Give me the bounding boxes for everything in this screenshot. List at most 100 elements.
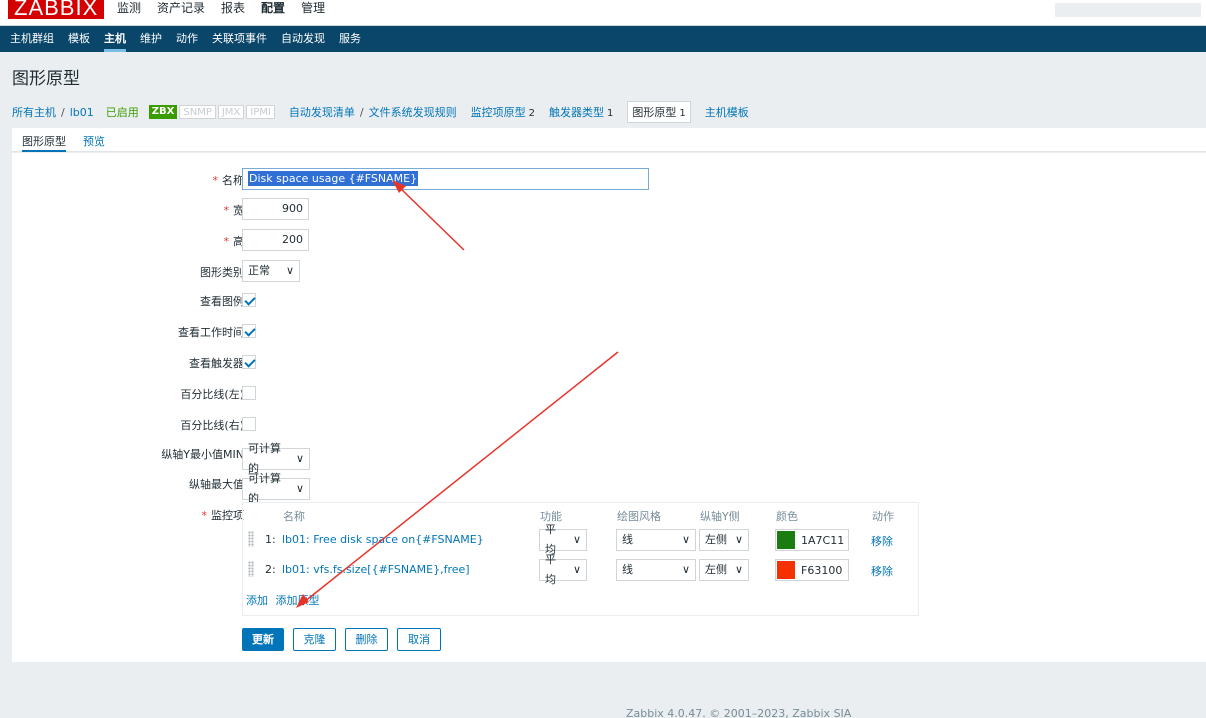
breadcrumb-graph-prototypes[interactable]: 图形原型 1 (627, 101, 691, 123)
show-legend-row: 查看图例 (12, 289, 1206, 311)
show-working-time-label: 查看工作时间 (178, 326, 244, 339)
sub-menu: 主机群组 模板 主机 维护 动作 关联项事件 自动发现 服务 (0, 26, 1206, 52)
graph-type-select[interactable]: 正常 ∨ (242, 260, 300, 282)
breadcrumb-all-hosts[interactable]: 所有主机 (12, 104, 56, 120)
clone-button[interactable]: 克隆 (293, 628, 336, 651)
graph-type-label: 图形类别 (200, 266, 244, 279)
breadcrumb-host[interactable]: lb01 (70, 106, 94, 119)
add-prototype-link[interactable]: 添加原型 (276, 594, 320, 607)
breadcrumb-separator: / (61, 105, 65, 119)
form-tabs: 图形原型 预览 (12, 128, 1206, 152)
add-links: 添加 添加原型 (246, 592, 320, 608)
graph-prototypes-count: 1 (679, 108, 686, 119)
submenu-services[interactable]: 服务 (339, 26, 361, 52)
breadcrumb-separator: / (359, 105, 364, 119)
percentile-left-checkbox[interactable] (242, 386, 256, 400)
name-label: * 名称 (212, 174, 245, 187)
percentile-right-label: 百分比线(右) (180, 419, 244, 432)
zabbix-logo[interactable]: ZABBIX (8, 0, 105, 20)
name-row: * 名称 Disk space usage {#FSNAME} (12, 168, 1206, 190)
menu-configuration[interactable]: 配置 (261, 0, 285, 17)
height-label: * 高 (223, 235, 245, 248)
menu-reports[interactable]: 报表 (221, 0, 245, 17)
submenu-discovery[interactable]: 自动发现 (281, 26, 325, 52)
menu-inventory[interactable]: 资产记录 (157, 0, 205, 17)
chevron-down-icon: ∨ (734, 563, 743, 576)
draw-style-select[interactable]: 线 ∨ (616, 559, 696, 581)
item-name-link[interactable]: lb01: vfs.fs.size[{#FSNAME},free] (282, 563, 470, 576)
show-triggers-checkbox[interactable] (242, 355, 256, 369)
draw-style-select[interactable]: 线 ∨ (616, 529, 696, 551)
breadcrumb-host-prototypes[interactable]: 主机模板 (705, 104, 749, 120)
percentile-left-label: 百分比线(左) (180, 388, 244, 401)
width-row: * 宽 900 (12, 198, 1206, 220)
color-value: F63100 (801, 563, 843, 577)
submenu-maintenance[interactable]: 维护 (140, 26, 162, 52)
update-button[interactable]: 更新 (242, 628, 284, 651)
cancel-button[interactable]: 取消 (397, 628, 441, 651)
chevron-down-icon: ∨ (295, 452, 304, 465)
breadcrumb-trigger-prototypes[interactable]: 触发器类型 1 (549, 104, 613, 120)
remove-link[interactable]: 移除 (871, 563, 893, 579)
width-label: * 宽 (223, 204, 245, 217)
show-legend-checkbox[interactable] (242, 293, 256, 307)
drag-handle-icon[interactable] (248, 531, 254, 547)
column-header-color: 颜色 (776, 510, 798, 523)
y-min-select[interactable]: 可计算的 ∨ (242, 442, 310, 475)
submenu-hosts[interactable]: 主机 (104, 26, 126, 52)
table-row: 1: lb01: Free disk space on{#FSNAME} 平均 ∨… (243, 523, 920, 556)
add-item-link[interactable]: 添加 (246, 594, 268, 607)
remove-link[interactable]: 移除 (871, 533, 893, 549)
name-input-value: Disk space usage {#FSNAME} (248, 171, 419, 186)
color-swatch[interactable] (777, 561, 795, 579)
y-max-select[interactable]: 可计算的 ∨ (242, 472, 310, 505)
table-row: 2: lb01: vfs.fs.size[{#FSNAME},free] 平均 ∨… (243, 553, 920, 586)
tab-graph-prototype[interactable]: 图形原型 (22, 133, 66, 152)
y-axis-side-select[interactable]: 左侧 ∨ (699, 529, 749, 551)
footer: Zabbix 4.0.47. © 2001–2023, Zabbix SIA (626, 707, 852, 718)
main-menu: 监测 资产记录 报表 配置 管理 (117, 0, 341, 17)
search-input[interactable] (1055, 3, 1201, 17)
y-min-label: 纵轴Y最小值MIN (161, 448, 244, 461)
show-working-time-checkbox[interactable] (242, 324, 256, 338)
function-select[interactable]: 平均 ∨ (539, 553, 587, 586)
color-swatch[interactable] (777, 531, 795, 549)
color-picker[interactable]: F63100 (775, 559, 849, 581)
host-status-enabled[interactable]: 已启用 (106, 104, 139, 120)
y-max-row: 纵轴最大值 可计算的 ∨ (12, 472, 1206, 505)
submenu-actions[interactable]: 动作 (176, 26, 198, 52)
chevron-down-icon: ∨ (572, 533, 581, 546)
percentile-left-row: 百分比线(左) (12, 382, 1206, 404)
submenu-host-groups[interactable]: 主机群组 (10, 26, 54, 52)
delete-button[interactable]: 删除 (345, 628, 388, 651)
chevron-down-icon: ∨ (681, 563, 690, 576)
submenu-templates[interactable]: 模板 (68, 26, 90, 52)
y-axis-side-select[interactable]: 左侧 ∨ (699, 559, 749, 581)
drag-handle-icon[interactable] (248, 561, 254, 577)
menu-monitoring[interactable]: 监测 (117, 0, 141, 17)
item-name-link[interactable]: lb01: Free disk space on{#FSNAME} (282, 533, 484, 546)
tab-preview[interactable]: 预览 (83, 133, 105, 149)
height-input[interactable]: 200 (242, 229, 309, 251)
percentile-right-row: 百分比线(右) (12, 413, 1206, 435)
menu-administration[interactable]: 管理 (301, 0, 325, 17)
page-title: 图形原型 (12, 69, 80, 89)
name-input[interactable]: Disk space usage {#FSNAME} (242, 168, 649, 190)
submenu-correlation[interactable]: 关联项事件 (212, 26, 267, 52)
top-bar: ZABBIX 监测 资产记录 报表 配置 管理 (0, 0, 1206, 26)
column-header-name: 名称 (283, 510, 305, 523)
graph-type-value: 正常 (248, 264, 270, 277)
width-input[interactable]: 900 (242, 198, 309, 220)
percentile-right-checkbox[interactable] (242, 417, 256, 431)
color-picker[interactable]: 1A7C11 (775, 529, 849, 551)
column-header-draw-style: 绘图风格 (617, 510, 661, 523)
breadcrumb-item-prototypes[interactable]: 监控项原型 2 (471, 104, 535, 120)
show-triggers-label: 查看触发器 (189, 357, 244, 370)
breadcrumb-discovery-list[interactable]: 自动发现清单 (289, 104, 355, 120)
draw-style-value: 线 (622, 533, 633, 546)
zbx-badge: ZBX (148, 105, 178, 119)
jmx-badge: JMX (217, 105, 245, 119)
function-select[interactable]: 平均 ∨ (539, 523, 587, 556)
breadcrumb-discovery-rule[interactable]: 文件系统发现规则 (369, 104, 457, 120)
y-axis-side-value: 左侧 (705, 563, 727, 576)
